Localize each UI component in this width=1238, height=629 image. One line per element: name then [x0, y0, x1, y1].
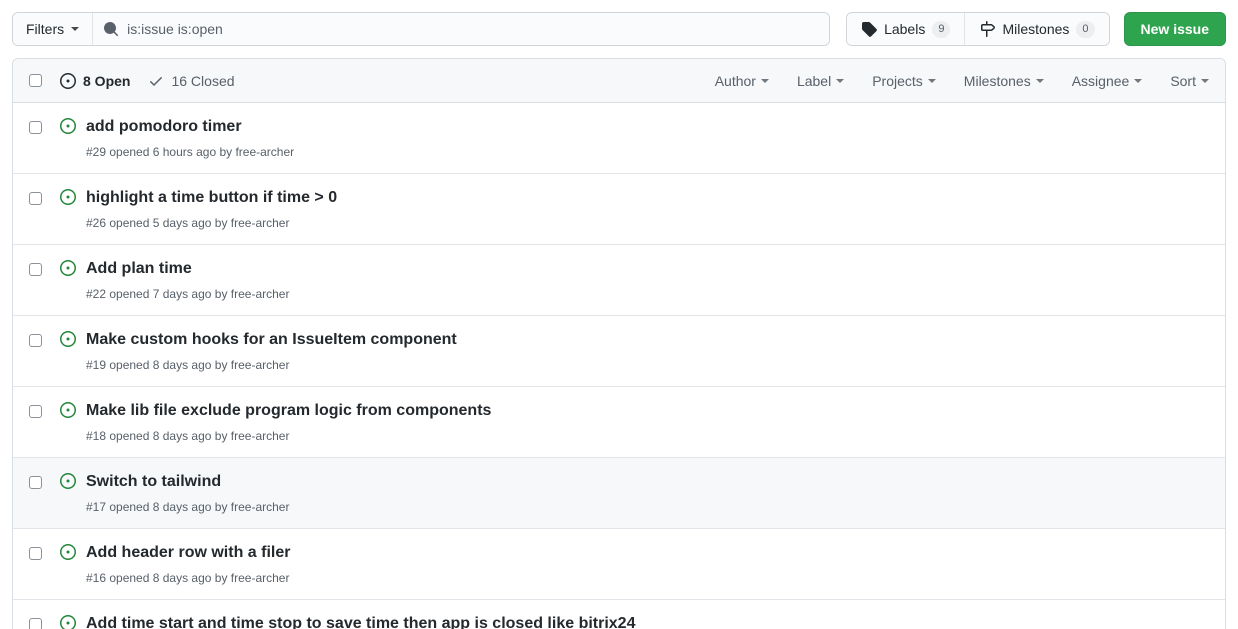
issue-opened-icon [60, 189, 76, 205]
open-issues-filter[interactable]: 8 Open [60, 72, 131, 89]
issue-opened-icon [60, 260, 76, 276]
filter-projects[interactable]: Projects [872, 73, 936, 89]
issue-meta: #18 opened 8 days ago by free-archer [86, 429, 290, 443]
issue-title-link[interactable]: Make lib file exclude program logic from… [86, 401, 491, 421]
issue-meta: #29 opened 6 hours ago by free-archer [86, 145, 295, 159]
issue-body: Add time start and time stop to save tim… [86, 614, 1209, 629]
filter-milestones-label: Milestones [963, 72, 1031, 89]
open-issues-label: 8 Open [83, 72, 131, 89]
issues-list-container: 8 Open 16 Closed Author Label Projects M… [12, 58, 1226, 629]
filters-button[interactable]: Filters [13, 13, 94, 45]
labels-label: Labels [884, 21, 926, 37]
filter-milestones[interactable]: Milestones [964, 73, 1044, 89]
issue-opened-icon [60, 118, 76, 134]
check-icon [150, 76, 163, 86]
milestones-button[interactable]: Milestones 0 [964, 13, 1109, 45]
filter-author[interactable]: Author [715, 73, 769, 89]
issues-page: Filters Labels 9 [0, 0, 1238, 629]
issue-opened-icon [60, 615, 76, 629]
labels-milestones-group: Labels 9 Milestones 0 [846, 12, 1110, 46]
labels-button[interactable]: Labels 9 [847, 13, 965, 45]
new-issue-button[interactable]: New issue [1123, 12, 1226, 46]
toolbar-right: Labels 9 Milestones 0 New issue [846, 12, 1226, 46]
closed-issues-label: 16 Closed [171, 72, 235, 89]
issue-title-link[interactable]: Switch to tailwind [86, 472, 221, 492]
filter-sort-label: Sort [1170, 72, 1196, 89]
chevron-down-icon [760, 78, 769, 83]
filters-label: Filters [26, 21, 65, 37]
issue-meta: #17 opened 8 days ago by free-archer [86, 500, 290, 514]
filter-label[interactable]: Label [796, 72, 845, 89]
filter-projects-label: Projects [872, 72, 923, 89]
filter-label-label: Label [796, 72, 832, 89]
issue-checkbox[interactable] [29, 405, 42, 418]
filter-sort[interactable]: Sort [1170, 73, 1209, 89]
closed-issues-filter[interactable]: 16 Closed [148, 72, 235, 89]
issue-row[interactable]: Make custom hooks for an IssueItem compo… [13, 316, 1225, 387]
filter-search-group: Filters [12, 12, 831, 46]
search-input[interactable] [127, 14, 820, 44]
issue-body: Make lib file exclude program logic from… [86, 401, 1209, 444]
milestones-count: 0 [1076, 20, 1095, 38]
issue-body: highlight a time button if time > 0 #26 o… [86, 188, 1209, 231]
labels-count: 9 [932, 20, 951, 38]
issue-checkbox[interactable] [29, 547, 42, 560]
issue-body: add pomodoro timer #29 opened 6 hours ago… [86, 117, 1209, 160]
chevron-down-icon [1134, 78, 1143, 83]
issue-row[interactable]: Make lib file exclude program logic from… [13, 387, 1225, 458]
chevron-down-icon [71, 27, 80, 31]
issue-meta: #26 opened 5 days ago by free-archer [86, 216, 290, 230]
issue-meta: #16 opened 8 days ago by free-archer [86, 571, 290, 585]
milestone-icon [981, 21, 996, 37]
issue-row[interactable]: Add time start and time stop to save tim… [13, 600, 1225, 629]
milestones-label: Milestones [1002, 21, 1070, 37]
issue-opened-icon [60, 473, 76, 489]
issue-opened-icon [60, 402, 76, 418]
search-icon [104, 22, 119, 37]
issue-row[interactable]: Add plan time #22 opened 7 days ago by fr… [13, 245, 1225, 316]
issue-checkbox[interactable] [29, 263, 42, 276]
chevron-down-icon [1035, 78, 1044, 83]
issue-checkbox[interactable] [29, 618, 42, 629]
issues-rows: add pomodoro timer #29 opened 6 hours ago… [13, 103, 1225, 629]
issue-opened-icon [60, 331, 76, 347]
issue-body: Add header row with a filer #16 opened 8 … [86, 543, 1209, 586]
issue-title-link[interactable]: Add header row with a filer [86, 543, 290, 563]
issue-row[interactable]: Switch to tailwind #17 opened 8 days ago … [13, 458, 1225, 529]
tag-icon [862, 22, 877, 37]
issue-checkbox[interactable] [29, 334, 42, 347]
issue-title-link[interactable]: Make custom hooks for an IssueItem compo… [86, 330, 457, 350]
search-field-wrap [93, 13, 830, 45]
issues-list-header: 8 Open 16 Closed Author Label Projects M… [13, 59, 1225, 103]
issue-meta: #22 opened 7 days ago by free-archer [86, 287, 290, 301]
issue-title-link[interactable]: Add plan time [86, 259, 192, 279]
chevron-down-icon [927, 78, 936, 83]
issue-opened-icon [60, 544, 76, 560]
issue-body: Switch to tailwind #17 opened 8 days ago … [86, 472, 1209, 515]
issue-row[interactable]: Add header row with a filer #16 opened 8 … [13, 529, 1225, 600]
issue-title-link[interactable]: add pomodoro timer [86, 117, 242, 137]
state-filters: 8 Open 16 Closed [60, 72, 235, 89]
issue-body: Add plan time #22 opened 7 days ago by fr… [86, 259, 1209, 302]
filter-assignee-label: Assignee [1071, 72, 1130, 89]
select-all-checkbox[interactable] [29, 74, 42, 87]
issue-row[interactable]: highlight a time button if time > 0 #26 o… [13, 174, 1225, 245]
issue-meta: #19 opened 8 days ago by free-archer [86, 358, 290, 372]
filter-assignee[interactable]: Assignee [1072, 73, 1143, 89]
filter-author-label: Author [714, 72, 756, 89]
chevron-down-icon [1201, 78, 1209, 83]
issue-title-link[interactable]: highlight a time button if time > 0 [86, 188, 337, 208]
issue-opened-icon [60, 72, 76, 89]
issue-body: Make custom hooks for an IssueItem compo… [86, 330, 1209, 373]
issue-checkbox[interactable] [29, 476, 42, 489]
issue-checkbox[interactable] [29, 192, 42, 205]
list-filter-dropdowns: Author Label Projects Milestones Assigne… [715, 73, 1209, 89]
issue-checkbox[interactable] [29, 121, 42, 134]
issue-row[interactable]: add pomodoro timer #29 opened 6 hours ago… [13, 103, 1225, 174]
issue-title-link[interactable]: Add time start and time stop to save tim… [86, 614, 635, 629]
issues-toolbar: Filters Labels 9 [8, 0, 1230, 58]
chevron-down-icon [836, 78, 845, 83]
